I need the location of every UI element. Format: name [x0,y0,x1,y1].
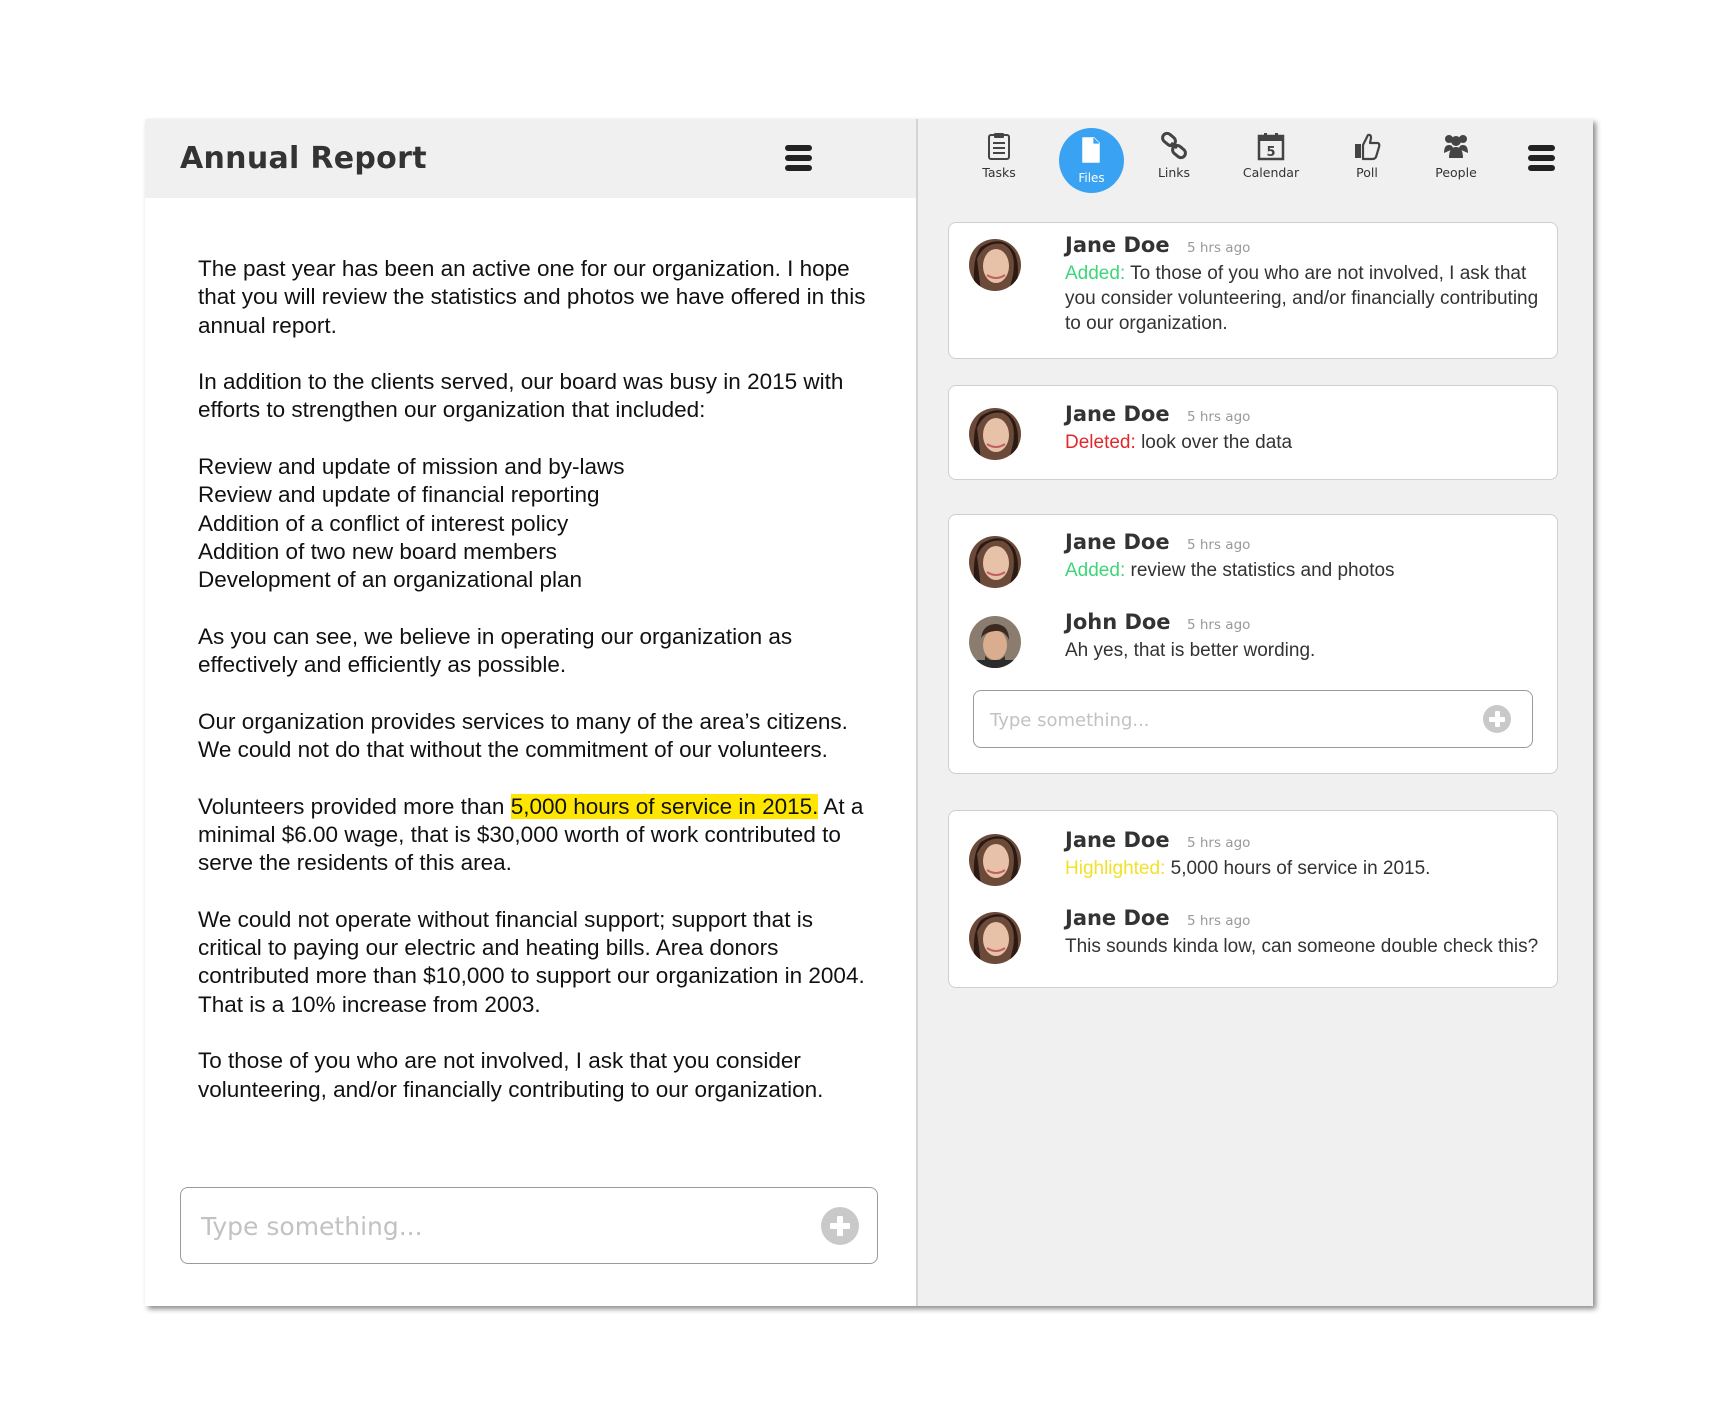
comment-text: Deleted: look over the data [1065,430,1545,455]
comment-timestamp: 5 hrs ago [1187,409,1251,425]
plus-icon[interactable] [821,1207,859,1245]
comment-author: John Doe [1065,610,1171,634]
improvements-list: Review and update of mission and by-laws… [198,453,878,594]
comment-timestamp: 5 hrs ago [1187,913,1251,929]
comment-action: Deleted: [1065,432,1136,453]
document-body[interactable]: The past year has been an active one for… [198,255,878,1132]
comment-author: Jane Doe [1065,828,1170,852]
comment-thread: Jane Doe 5 hrs ago Added: review the sta… [948,514,1558,774]
people-icon [1444,135,1468,158]
comment-body: Ah yes, that is better wording. [1065,640,1316,661]
highlighted-text[interactable]: 5,000 hours of service in 2015. [510,793,819,819]
comment-timestamp: 5 hrs ago [1187,537,1251,553]
list-item: Addition of two new board members [198,538,557,564]
comment-body: review the statistics and photos [1130,560,1395,581]
comment-body: To those of you who are not involved, I … [1065,263,1539,334]
calendar-icon: 5 [1257,133,1285,161]
document-panel: Annual Report The past year has been an … [145,119,918,1306]
comment-timestamp: 5 hrs ago [1187,240,1251,256]
comment-author: Jane Doe [1065,530,1170,554]
paragraph: In addition to the clients served, our b… [198,369,844,423]
calendar-day: 5 [1266,145,1275,160]
comment-text: Added: To those of you who are not invol… [1065,261,1545,336]
paragraph: The past year has been an active one for… [198,256,866,338]
comment-thread: Jane Doe 5 hrs ago Added: To those of yo… [948,222,1558,359]
tab-label: Links [1157,165,1191,180]
comment-author: Jane Doe [1065,402,1170,426]
comment-body: This sounds kinda low, can someone doubl… [1065,936,1539,957]
tab-files[interactable]: Files [1059,128,1124,193]
avatar[interactable] [969,239,1021,291]
paragraph: We could not operate without financial s… [198,906,865,1017]
tab-links[interactable]: Links [1134,131,1214,191]
comment-thread: Jane Doe 5 hrs ago Highlighted: 5,000 ho… [948,810,1558,988]
comment: Jane Doe 5 hrs ago Added: To those of yo… [969,233,1539,349]
list-item: Addition of a conflict of interest polic… [198,510,569,536]
plus-icon[interactable] [1483,705,1511,733]
tab-calendar[interactable]: 5 Calendar [1231,131,1311,191]
document-header: Annual Report [145,119,916,198]
document-menu-icon[interactable] [785,145,812,171]
paragraph: As you can see, we believe in operating … [198,623,793,678]
paragraph: To those of you who are not involved, I … [198,1048,824,1102]
activity-menu-icon[interactable] [1528,145,1555,171]
tab-label: Calendar [1242,165,1300,180]
comment: Jane Doe 5 hrs ago This sounds kinda low… [969,906,1539,972]
comment: Jane Doe 5 hrs ago Highlighted: 5,000 ho… [969,828,1539,894]
paragraph-text: Volunteers provided more than [198,793,511,819]
tab-tasks[interactable]: Tasks [959,131,1039,191]
tab-label: Files [1078,171,1105,185]
comment-timestamp: 5 hrs ago [1187,835,1251,851]
comment: Jane Doe 5 hrs ago Deleted: look over th… [969,402,1539,468]
comment: Jane Doe 5 hrs ago Added: review the sta… [969,530,1539,596]
comment-text: Highlighted: 5,000 hours of service in 2… [1065,856,1545,881]
comment-text: This sounds kinda low, can someone doubl… [1065,934,1545,959]
comment-timestamp: 5 hrs ago [1187,617,1251,633]
reply-input[interactable] [988,705,1462,735]
list-item: Review and update of mission and by-laws [198,454,625,480]
comment-text: Added: review the statistics and photos [1065,558,1545,583]
avatar[interactable] [969,408,1021,460]
thumbs-up-icon [1355,133,1381,161]
tab-label: People [1435,165,1477,180]
tab-poll[interactable]: Poll [1327,131,1407,191]
comment-action: Added: [1065,560,1126,581]
list-item: Development of an organizational plan [198,567,583,593]
avatar[interactable] [969,616,1021,668]
document-comment-box [180,1187,878,1264]
tab-label: Poll [1356,165,1378,180]
tab-people[interactable]: People [1416,131,1496,191]
comment-action: Highlighted: [1065,858,1166,879]
clipboard-icon [988,133,1010,160]
tab-label: Tasks [982,165,1016,180]
comment-text: Ah yes, that is better wording. [1065,638,1545,663]
comment-body: 5,000 hours of service in 2015. [1170,858,1431,879]
activity-panel: Tasks Files Links 5 Calendar Poll People… [918,119,1593,1306]
comment-body: look over the data [1141,432,1293,453]
comment-action: Added: [1065,263,1126,284]
app-window: Annual Report The past year has been an … [145,119,1593,1306]
comment-author: Jane Doe [1065,906,1170,930]
avatar[interactable] [969,912,1021,964]
avatar[interactable] [969,536,1021,588]
paragraph: Volunteers provided more than 5,000 hour… [198,793,878,878]
list-item: Review and update of financial reporting [198,482,600,508]
paragraph: Our organization provides services to ma… [198,708,848,763]
avatar[interactable] [969,834,1021,886]
comment-thread: Jane Doe 5 hrs ago Deleted: look over th… [948,385,1558,480]
document-comment-input[interactable] [199,1206,783,1246]
reply-box [973,690,1533,748]
comment-author: Jane Doe [1065,233,1170,257]
comment: John Doe 5 hrs ago Ah yes, that is bette… [969,610,1539,676]
file-icon [1082,137,1100,163]
link-icon [1161,131,1187,160]
document-title: Annual Report [180,141,427,176]
